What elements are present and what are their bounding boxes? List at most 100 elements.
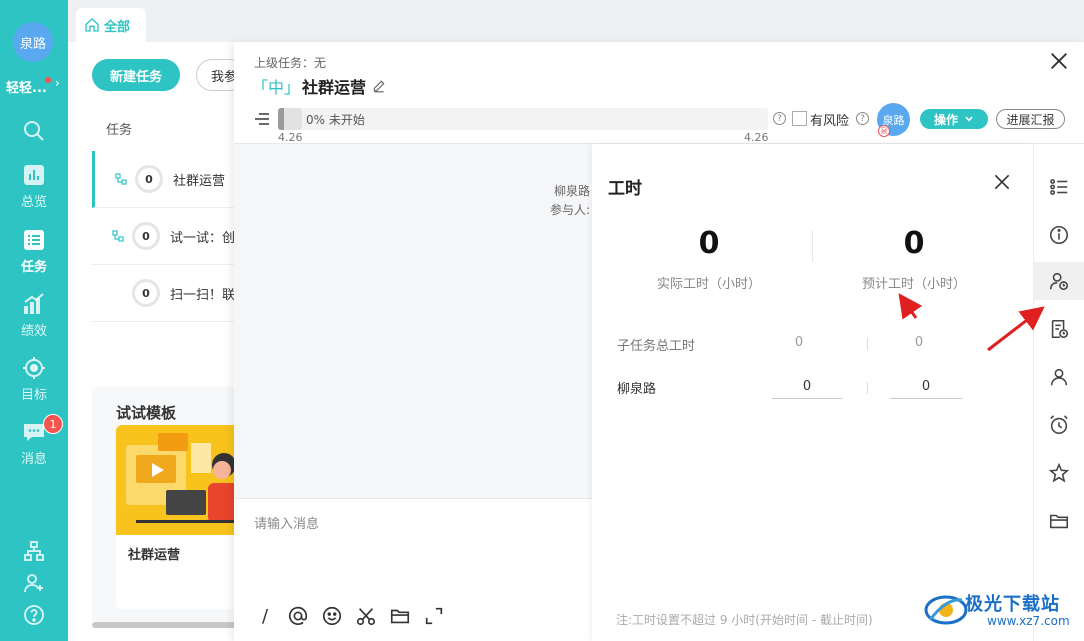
assignee-avatar[interactable]: 泉路 泉 (877, 103, 910, 137)
new-task-button[interactable]: 新建任务 (92, 59, 180, 91)
divider (867, 338, 868, 350)
actions-label: 操作 (933, 112, 958, 127)
nav-tasks[interactable]: 任务 (0, 228, 68, 275)
nav-goals[interactable]: 目标 (0, 356, 68, 403)
scissors-icon[interactable] (355, 605, 377, 627)
horizontal-scrollbar[interactable] (92, 622, 242, 628)
tab-all-label: 全部 (104, 19, 131, 35)
templates-title: 试试模板 (116, 404, 177, 422)
nav-goals-label: 目标 (20, 388, 47, 403)
avatar[interactable]: 泉路 (13, 22, 53, 62)
task-name: 试一试：创 (170, 230, 236, 246)
chart-icon (24, 165, 44, 185)
task-count-circle: 0 (132, 222, 160, 250)
work-hours-note: 注:工时设置不超过 9 小时(开始时间 - 截止时间) (616, 613, 873, 627)
folder-icon[interactable] (389, 605, 411, 627)
template-illustration (116, 425, 242, 535)
help-icon[interactable]: ? (773, 112, 786, 125)
collapse-menu-icon[interactable] (254, 112, 270, 126)
subtask-icon (112, 230, 124, 242)
task-name: 扫一扫！联 (170, 287, 236, 303)
risk-label: 有风险 (810, 114, 850, 129)
nav-overview[interactable]: 总览 (0, 163, 68, 210)
chevron-down-icon (965, 116, 973, 122)
nav-messages-label: 消息 (20, 452, 47, 467)
left-sidebar: 泉路 轻轻... › 总览 任务 绩效 目标 消息 1 (0, 0, 68, 641)
message-count-badge: 1 (43, 414, 63, 434)
folder-icon[interactable] (1048, 510, 1070, 532)
task-row[interactable]: 0 扫一扫！联 (92, 265, 242, 322)
right-icon-bar (1033, 144, 1084, 641)
subtask-total-label: 子任务总工时 (617, 339, 696, 354)
org-chart-icon[interactable] (22, 539, 46, 563)
parent-task-label: 上级任务：无 (254, 56, 327, 70)
bar-chart-icon (24, 293, 44, 314)
creator-text: 柳泉路 (554, 184, 591, 198)
document-clock-icon[interactable] (1048, 318, 1070, 340)
tab-all[interactable]: 全部 (76, 8, 146, 42)
message-input-area[interactable]: 请输入消息 / (234, 498, 592, 641)
nav-overview-label: 总览 (20, 195, 47, 210)
assignee-mini-badge: 泉 (878, 125, 890, 137)
alarm-clock-icon[interactable] (1048, 414, 1070, 436)
nav-tasks-label: 任务 (20, 260, 47, 275)
progress-report-button[interactable]: 进展汇报 (996, 109, 1065, 129)
watermark-text: 极光下载站 (965, 594, 1060, 615)
slash-command-icon[interactable]: / (254, 605, 276, 627)
task-column-header: 任务 (106, 123, 133, 138)
actual-hours-label: 实际工时（小时） (656, 277, 761, 292)
work-hours-title: 工时 (608, 179, 642, 199)
mention-icon[interactable] (287, 605, 309, 627)
emoji-icon[interactable] (321, 605, 343, 627)
task-title: 社群运营 (302, 78, 367, 97)
help-icon[interactable] (22, 603, 46, 627)
edit-icon[interactable] (372, 79, 386, 93)
task-count-circle: 0 (135, 165, 163, 193)
chevron-right-icon[interactable]: › (55, 76, 60, 90)
actions-dropdown-button[interactable]: 操作 (920, 109, 988, 129)
subtask-actual-hours: 0 (794, 335, 804, 350)
person-icon[interactable] (1048, 366, 1070, 388)
search-icon[interactable] (0, 119, 68, 147)
user-name[interactable]: 轻轻... (6, 77, 47, 96)
info-icon[interactable] (1048, 224, 1070, 246)
message-input-placeholder: 请输入消息 (254, 517, 320, 532)
member-actual-hours-input[interactable]: 0 (772, 377, 842, 399)
priority-tag[interactable]: 「中」 (252, 74, 300, 98)
progress-handle[interactable] (278, 108, 302, 130)
progress-text: 0% 未开始 (306, 113, 365, 127)
members-text: 参与人: (550, 203, 591, 217)
templates-section: 试试模板 社群运营 (92, 387, 242, 623)
task-name: 社群运营 (173, 173, 226, 189)
template-name: 社群运营 (128, 548, 181, 563)
nav-performance-label: 绩效 (20, 324, 47, 339)
add-user-icon[interactable] (22, 571, 46, 595)
estimated-hours-value: 0 (903, 226, 925, 261)
target-icon (23, 357, 45, 379)
actual-hours-value: 0 (698, 226, 720, 261)
member-estimated-hours-input[interactable]: 0 (890, 377, 962, 399)
member-name: 柳泉路 (617, 382, 657, 397)
divider (867, 382, 868, 394)
task-row[interactable]: 0 社群运营 (92, 151, 242, 208)
template-card[interactable]: 社群运营 (116, 425, 242, 609)
close-icon[interactable] (992, 172, 1012, 192)
list-icon (24, 230, 44, 250)
home-icon (85, 18, 99, 32)
task-count-circle: 0 (132, 279, 160, 307)
risk-checkbox[interactable] (792, 111, 807, 126)
watermark-url: www.xz7.com (987, 614, 1070, 628)
subtask-icon (115, 173, 127, 185)
progress-bar[interactable]: 0% 未开始 (278, 108, 768, 130)
estimated-hours-label: 预计工时（小时） (861, 277, 966, 292)
user-clock-icon[interactable] (1048, 270, 1070, 292)
help-icon[interactable]: ? (856, 112, 869, 125)
notification-dot (45, 77, 51, 83)
expand-icon[interactable] (423, 605, 445, 627)
task-row[interactable]: 0 试一试：创 (92, 208, 242, 265)
star-icon[interactable] (1048, 462, 1070, 484)
nav-performance[interactable]: 绩效 (0, 292, 68, 339)
close-icon[interactable] (1048, 50, 1070, 72)
divider (812, 230, 813, 262)
checklist-icon[interactable] (1048, 176, 1070, 198)
